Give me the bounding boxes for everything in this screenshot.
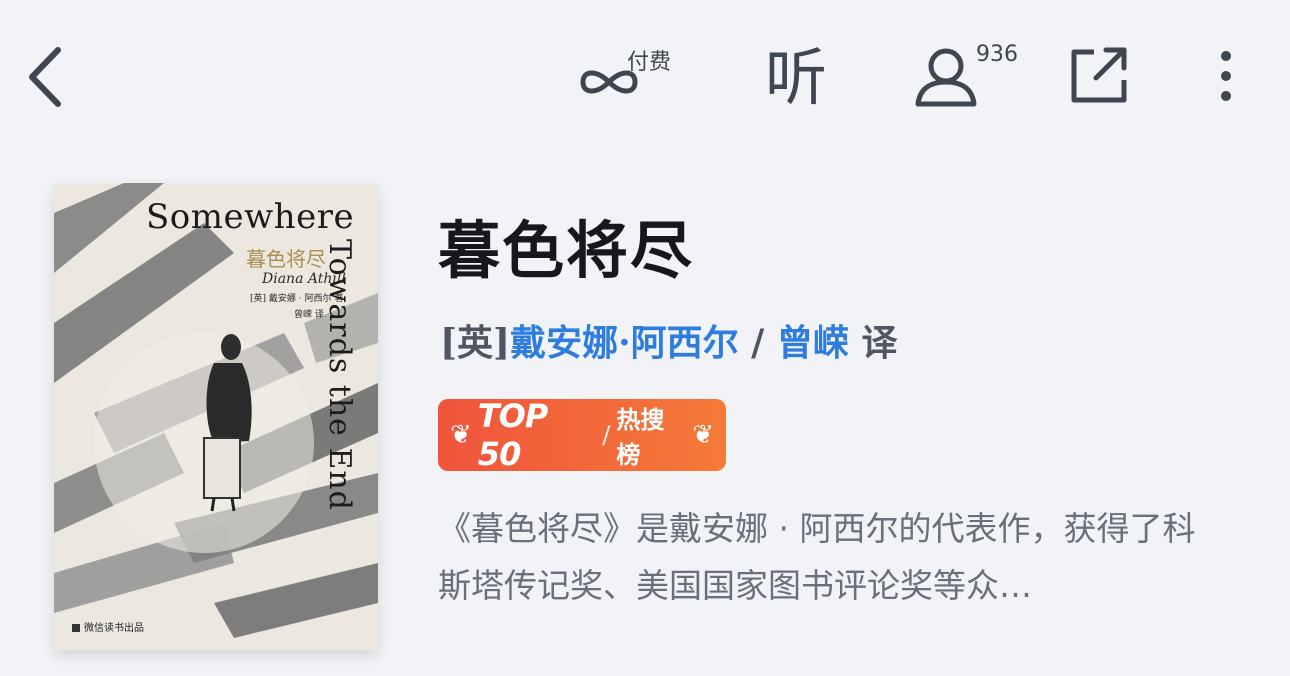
book-title: 暮色将尽 <box>438 214 695 287</box>
rank-list-name: 热搜榜 <box>616 406 665 469</box>
readers-button[interactable]: 936 <box>912 40 1022 112</box>
author-line: [英]戴安娜·阿西尔 / 曾嵘 译 <box>440 314 897 366</box>
back-button[interactable] <box>22 42 70 112</box>
book-intro[interactable]: 《暮色将尽》是戴安娜 · 阿西尔的代表作，获得了科斯塔传记奖、美国国家图书评论奖… <box>438 500 1228 614</box>
cover-publisher: 微信读书出品 <box>72 619 144 634</box>
listen-icon: 听 <box>765 41 828 114</box>
share-external-icon <box>1071 47 1127 103</box>
cover-title-cn: 暮色将尽 <box>246 247 326 271</box>
book-cover[interactable]: Somewhere 暮色将尽 Diana Athill [英] 戴安娜 · 阿西… <box>54 183 378 650</box>
laurel-left-icon: ❦ <box>450 420 472 450</box>
translator-suffix: 译 <box>848 322 898 364</box>
author-nationality: [英] <box>440 322 511 364</box>
cover-title-en: Somewhere <box>146 197 355 237</box>
user-icon <box>915 48 977 107</box>
translator-link[interactable]: 曾嵘 <box>777 322 849 364</box>
rank-slash: / <box>602 421 611 449</box>
top-toolbar: 付费 听 936 <box>0 0 1290 150</box>
author-separator: / <box>738 322 777 364</box>
listen-button[interactable]: 听 <box>765 42 835 114</box>
readers-count: 936 <box>976 42 1018 67</box>
cover-translator: 曾嵘 译 <box>294 310 324 320</box>
share-button[interactable] <box>1068 46 1132 106</box>
rank-badge[interactable]: ❦ TOP 50 / 热搜榜 ❦ <box>438 397 726 473</box>
chevron-left-icon <box>29 47 61 107</box>
cover-title-vertical: Towards the End <box>322 239 357 511</box>
more-button[interactable] <box>1206 48 1246 108</box>
author-link[interactable]: 戴安娜·阿西尔 <box>510 322 739 364</box>
laurel-right-icon: ❦ <box>692 420 714 450</box>
more-vertical-icon <box>1221 51 1231 101</box>
rank-top-label: TOP 50 <box>477 397 548 473</box>
paid-label: 付费 <box>627 50 672 75</box>
paid-button[interactable]: 付费 <box>575 44 685 104</box>
